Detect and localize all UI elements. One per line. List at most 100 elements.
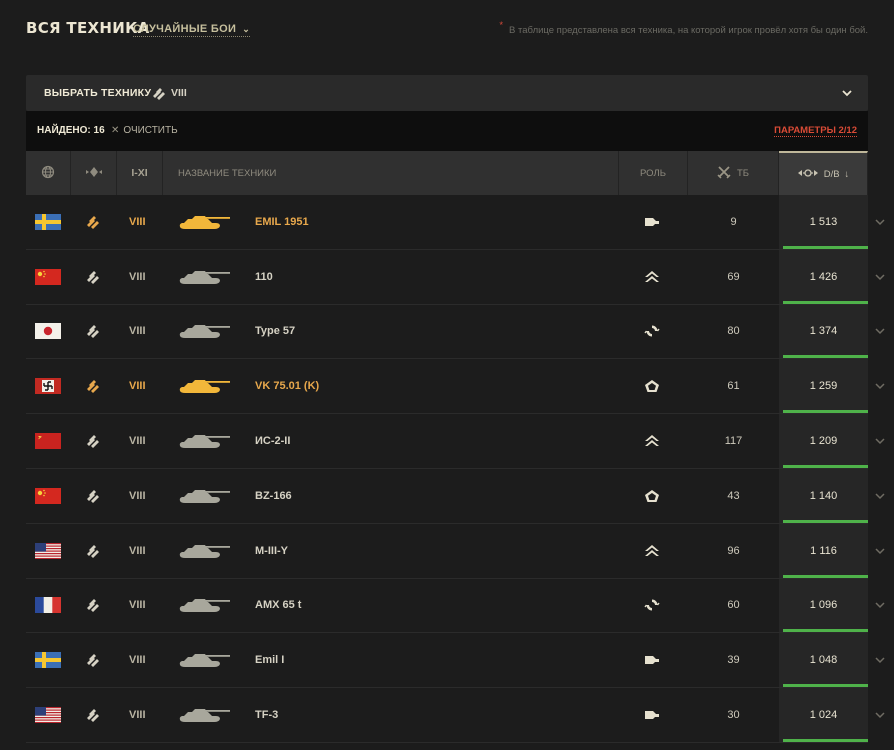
battles-cell: 43 <box>727 489 740 502</box>
heavy-tank-class-icon <box>84 305 102 359</box>
expand-row-chevron-icon[interactable] <box>874 469 886 523</box>
vehicle-name[interactable]: BZ-166 <box>255 469 292 523</box>
vehicle-name[interactable]: M-III-Y <box>255 524 288 578</box>
damage-cell: 1 513 <box>779 195 868 249</box>
table-note-text: В таблице представлена вся техника, на к… <box>509 25 868 36</box>
nation-flag-china <box>35 469 61 523</box>
battles-cell: 39 <box>727 654 740 667</box>
tank-silhouette-icon <box>176 414 232 468</box>
nation-flag-usa <box>35 524 61 578</box>
table-row[interactable]: VIII VK 75.01 (K) 61 1 259 <box>26 359 885 415</box>
damage-bar <box>783 574 868 578</box>
heavy-tank-class-icon <box>84 469 102 523</box>
expand-row-chevron-icon[interactable] <box>874 633 886 687</box>
table-header: I-XI НАЗВАНИЕ ТЕХНИКИ РОЛЬ ТБ D/B ↓ <box>26 151 868 195</box>
vehicle-name[interactable]: VK 75.01 (K) <box>255 359 319 413</box>
expand-row-chevron-icon[interactable] <box>874 305 886 359</box>
expand-row-chevron-icon[interactable] <box>874 579 886 633</box>
heavy-tank-class-icon <box>84 195 102 249</box>
damage-cell: 1 259 <box>779 359 868 414</box>
nation-flag-france <box>35 579 61 633</box>
tier-cell: VIII <box>129 435 146 448</box>
tier-cell: VIII <box>129 654 146 667</box>
tank-silhouette-icon <box>176 195 232 249</box>
sort-arrow-down-icon: ↓ <box>844 168 850 180</box>
damage-bar <box>783 464 868 468</box>
vehicle-select-bar[interactable]: ВЫБРАТЬ ТЕХНИКУ VIII <box>26 75 868 111</box>
tier-cell: VIII <box>129 709 146 722</box>
damage-cell: 1 116 <box>779 523 868 578</box>
tank-silhouette-icon <box>176 305 232 359</box>
damage-cell: 1 374 <box>779 304 868 359</box>
selected-tier: VIII <box>171 87 187 99</box>
table-row[interactable]: VIII TF-3 30 1 024 <box>26 688 885 743</box>
damage-bar <box>783 519 868 523</box>
vehicle-name[interactable]: AMX 65 t <box>255 579 301 633</box>
heavy-tank-icon <box>644 195 660 249</box>
table-note: * В таблице представлена вся техника, на … <box>499 20 868 36</box>
table-row[interactable]: VIII Type 57 80 1 374 <box>26 304 885 360</box>
expand-row-chevron-icon[interactable] <box>874 524 886 578</box>
tier-column-header[interactable]: I-XI <box>117 151 163 195</box>
heavy-tank-icon <box>644 688 660 742</box>
battles-cell: 69 <box>727 270 740 283</box>
page-header: ВСЯ ТЕХНИКА СЛУЧАЙНЫЕ БОИ ⌄ * В таблице пр… <box>0 0 894 70</box>
damage-value: 1 096 <box>809 599 838 612</box>
damage-bar <box>783 738 868 742</box>
tier-cell: VIII <box>129 489 146 502</box>
vehicle-name[interactable]: EMIL 1951 <box>255 195 309 249</box>
heavy-tank-class-icon <box>84 579 102 633</box>
role-column-header[interactable]: РОЛЬ <box>619 151 688 195</box>
vehicle-name[interactable]: Type 57 <box>255 305 295 359</box>
vehicle-name[interactable]: 110 <box>255 250 273 304</box>
name-column-header[interactable]: НАЗВАНИЕ ТЕХНИКИ <box>163 151 619 195</box>
vehicle-select-label: ВЫБРАТЬ ТЕХНИКУ <box>44 87 152 99</box>
chevron-down-icon: ⌄ <box>242 24 251 34</box>
expand-row-chevron-icon[interactable] <box>874 414 886 468</box>
clear-label: ОЧИСТИТЬ <box>123 125 178 136</box>
chevron-down-icon[interactable] <box>840 86 854 105</box>
tier-cell: VIII <box>129 270 146 283</box>
table-row[interactable]: VIII EMIL 1951 9 1 513 <box>26 195 885 250</box>
battles-header-label: ТБ <box>736 167 750 179</box>
tank-silhouette-icon <box>176 633 232 687</box>
tank-silhouette-icon <box>176 688 232 742</box>
tier-cell: VIII <box>129 215 146 228</box>
expand-row-chevron-icon[interactable] <box>874 359 886 413</box>
battle-mode-label: СЛУЧАЙНЫЕ БОИ <box>133 23 237 35</box>
damage-cell: 1 140 <box>779 468 868 523</box>
damage-cell: 1 024 <box>779 688 868 742</box>
nation-flag-ussr <box>35 414 61 468</box>
expand-row-chevron-icon[interactable] <box>874 195 886 249</box>
asterisk-icon: * <box>499 20 504 31</box>
expand-row-chevron-icon[interactable] <box>874 250 886 304</box>
expand-row-chevron-icon[interactable] <box>874 688 886 742</box>
clear-filters-button[interactable]: ✕ ОЧИСТИТЬ <box>111 125 178 136</box>
damage-cell: 1 426 <box>779 249 868 304</box>
damage-cell: 1 209 <box>779 414 868 468</box>
damage-column-header[interactable]: D/B ↓ <box>779 151 868 195</box>
table-row[interactable]: VIII AMX 65 t 60 1 096 <box>26 578 885 634</box>
table-row[interactable]: VIII BZ-166 43 1 140 <box>26 468 885 524</box>
battles-cell: 9 <box>730 215 737 228</box>
battles-cell: 80 <box>727 325 740 338</box>
battles-column-header[interactable]: ТБ <box>688 151 779 195</box>
tier-cell: VIII <box>129 380 146 393</box>
class-column-header[interactable] <box>71 151 117 195</box>
table-row[interactable]: VIII M-III-Y 96 1 116 <box>26 523 885 579</box>
parameters-button[interactable]: ПАРАМЕТРЫ 2/12 <box>774 125 857 137</box>
vehicle-name[interactable]: TF-3 <box>255 688 278 742</box>
battle-mode-dropdown[interactable]: СЛУЧАЙНЫЕ БОИ ⌄ <box>133 23 251 37</box>
vehicle-name[interactable]: Emil I <box>255 633 284 687</box>
table-row[interactable]: VIII ИС-2-II 117 1 209 <box>26 414 885 469</box>
table-row[interactable]: VIII 110 69 1 426 <box>26 249 885 305</box>
table-row[interactable]: VIII Emil I 39 1 048 <box>26 633 885 689</box>
heavy-tank-class-icon <box>84 633 102 687</box>
heavy-tank-icon <box>644 633 660 687</box>
vehicle-class-icon <box>84 165 104 182</box>
nation-flag-china <box>35 250 61 304</box>
nation-column-header[interactable] <box>26 151 71 195</box>
battles-cell: 30 <box>727 709 740 722</box>
damage-value: 1 209 <box>809 435 838 448</box>
vehicle-name[interactable]: ИС-2-II <box>255 414 290 468</box>
